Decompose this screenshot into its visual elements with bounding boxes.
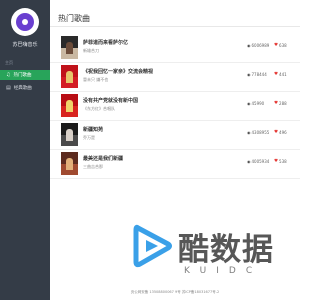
cover-figure [66, 158, 73, 170]
play-count-value: 6006989 [251, 43, 270, 48]
like-count[interactable]: ♥ 441 [274, 72, 287, 77]
cover-figure [66, 71, 73, 83]
sidebar-item-label: 经典歌曲 [13, 86, 32, 91]
like-count-value: 638 [279, 43, 287, 48]
divider [50, 178, 300, 179]
divider [50, 26, 300, 27]
watermark: 酷数据 KUIDC [132, 212, 300, 300]
watermark-text: 酷数据 [178, 232, 274, 268]
eye-icon: ◉ [247, 101, 251, 106]
like-count[interactable]: ♥ 496 [274, 130, 287, 135]
heart-icon: ♥ [274, 43, 279, 48]
sidebar: 苏巴嗨音乐 主页 ♫ 热门歌曲 ▤ 经典歌曲 [0, 0, 50, 300]
album-cover[interactable] [61, 123, 78, 146]
play-count: ◉ 45990 [247, 101, 264, 106]
app-name: 苏巴嗨音乐 [12, 42, 38, 48]
song-row[interactable]: 《祝我回忆一家亲》交流会精视 冒未只 嫌不也 ◉ 778444 ♥ 441 [50, 63, 300, 92]
sidebar-item-hot-songs[interactable]: ♫ 热门歌曲 [0, 70, 50, 80]
disc-icon [16, 13, 34, 31]
play-count: ◉ 6006989 [247, 43, 269, 48]
song-artist: 《东方红》合唱队 [83, 106, 115, 111]
album-cover[interactable] [61, 152, 78, 175]
disc-hole [22, 19, 28, 25]
song-row[interactable]: 新疆知苑乔万是 ◉ 4308955 ♥ 496 [50, 121, 300, 150]
like-count[interactable]: ♥ 638 [274, 43, 287, 48]
eye-icon: ◉ [247, 159, 251, 164]
like-count[interactable]: ♥ 538 [274, 159, 287, 164]
song-artist: 新雄合刀 [83, 48, 99, 53]
heart-icon: ♥ [274, 159, 279, 164]
eye-icon: ◉ [247, 72, 251, 77]
song-row[interactable]: 最美还是我们新疆 三曲吉合那 ◉ 4005934 ♥ 538 [50, 150, 300, 179]
like-count-value: 441 [279, 72, 287, 77]
play-logo-icon [133, 224, 172, 268]
sidebar-item-label: 热门歌曲 [13, 73, 32, 78]
like-count[interactable]: ♥ 288 [274, 101, 287, 106]
album-cover[interactable] [61, 94, 78, 117]
song-title[interactable]: 没有共产党就没有新中国 [83, 97, 138, 104]
watermark-subtext: KUIDC [184, 266, 263, 276]
heart-icon: ♥ [274, 130, 279, 135]
heart-icon: ♥ [274, 72, 279, 77]
song-artist: 乔万是 [83, 135, 95, 140]
heart-icon: ♥ [274, 101, 279, 106]
cover-figure [66, 129, 73, 141]
like-count-value: 288 [279, 101, 287, 106]
page-title: 热门歌曲 [58, 14, 90, 23]
app-logo[interactable] [11, 8, 39, 36]
play-count-value: 778444 [251, 72, 267, 77]
play-count-value: 4005934 [251, 159, 270, 164]
cover-figure [66, 100, 73, 112]
chart-icon: ▤ [6, 84, 11, 91]
song-title[interactable]: 新疆知苑 [83, 126, 103, 133]
eye-icon: ◉ [247, 43, 251, 48]
sidebar-item-classic-songs[interactable]: ▤ 经典歌曲 [0, 83, 50, 93]
song-title[interactable]: 最美还是我们新疆 [83, 155, 123, 162]
song-title[interactable]: 《祝我回忆一家亲》交流会精视 [83, 68, 153, 75]
album-cover[interactable] [61, 36, 78, 59]
album-cover[interactable] [61, 65, 78, 88]
song-row[interactable]: 萨菲道而来看萨尔亿 新雄合刀 ◉ 6006989 ♥ 638 [50, 34, 300, 63]
song-artist: 三曲吉合那 [83, 164, 103, 169]
song-title[interactable]: 萨菲道而来看萨尔亿 [83, 39, 128, 46]
play-count: ◉ 778444 [247, 72, 267, 77]
play-count-value: 4308955 [251, 130, 270, 135]
sidebar-section-label: 主页 [5, 60, 13, 65]
play-count: ◉ 4308955 [247, 130, 269, 135]
cover-figure [66, 42, 73, 54]
like-count-value: 538 [279, 159, 287, 164]
like-count-value: 496 [279, 130, 287, 135]
song-artist: 冒未只 嫌不也 [83, 77, 109, 82]
song-row[interactable]: 没有共产党就没有新中国 《东方红》合唱队 ◉ 45990 ♥ 288 [50, 92, 300, 121]
music-note-icon: ♫ [6, 71, 11, 78]
play-count: ◉ 4005934 [247, 159, 269, 164]
eye-icon: ◉ [247, 130, 251, 135]
play-count-value: 45990 [251, 101, 265, 106]
